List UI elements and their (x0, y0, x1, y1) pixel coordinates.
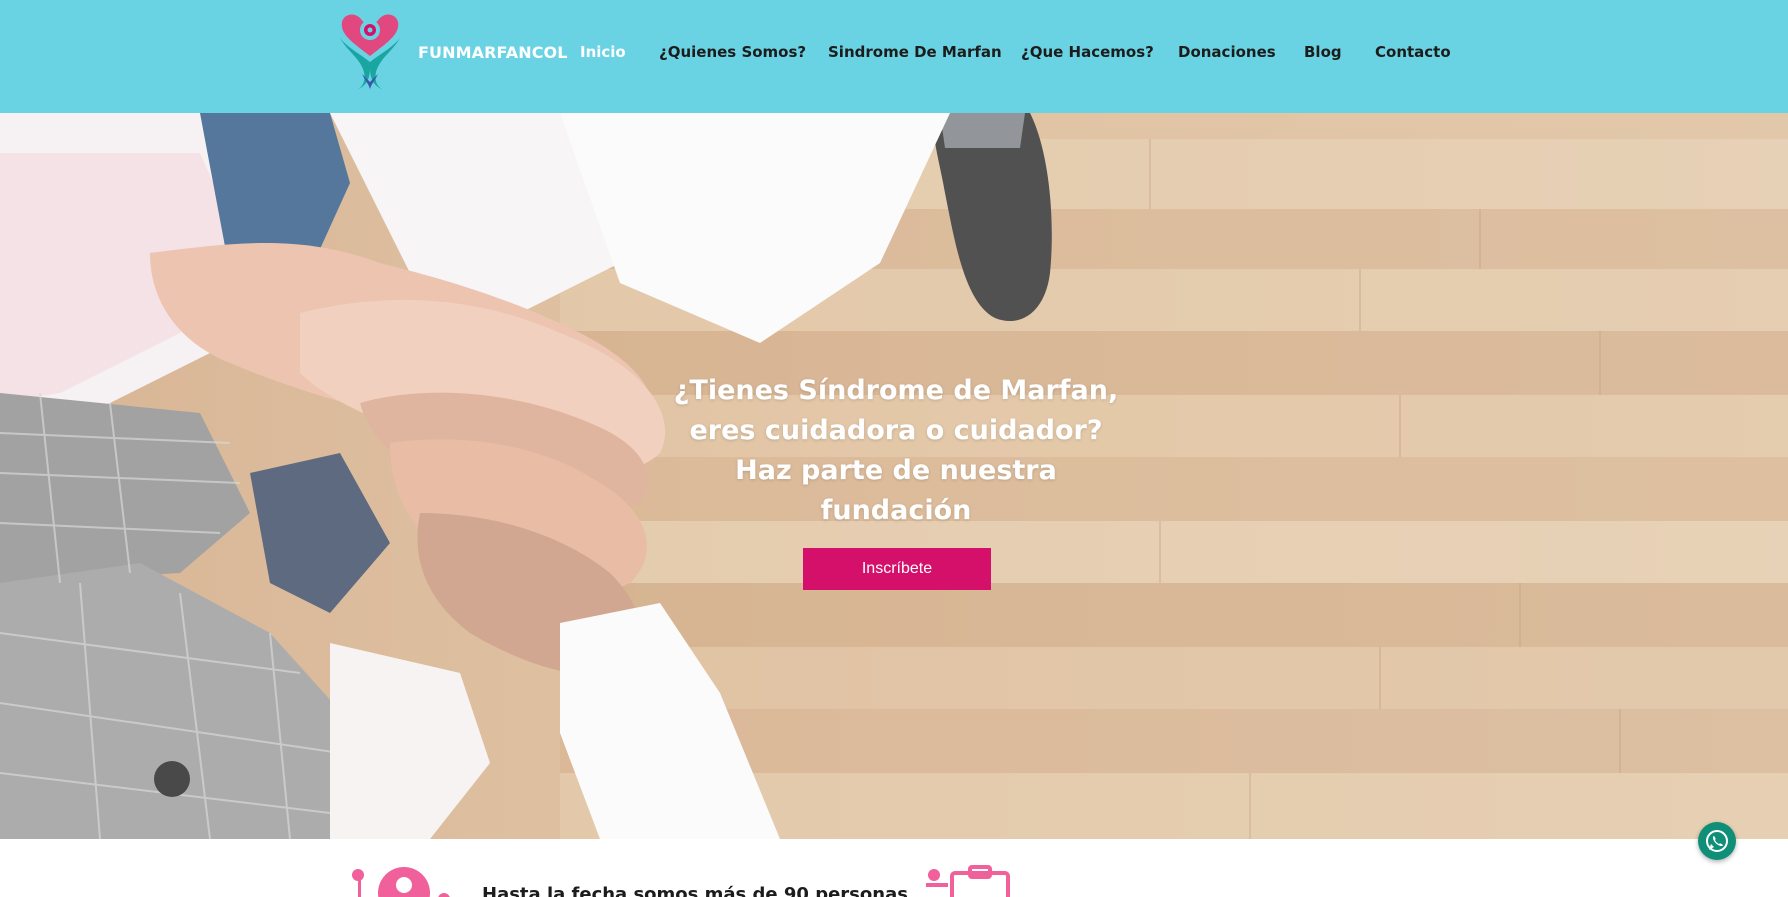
stats-section: Hasta la fecha somos más de 90 personas (0, 839, 1788, 897)
nav-que-hacemos[interactable]: ¿Que Hacemos? (1021, 43, 1154, 61)
nav-quienes-somos[interactable]: ¿Quienes Somos? (659, 43, 806, 61)
nav-contacto[interactable]: Contacto (1375, 43, 1451, 61)
whatsapp-button[interactable] (1698, 822, 1736, 860)
hero-section: ¿Tienes Síndrome de Marfan, eres cuidado… (0, 113, 1788, 839)
nav-sindrome-de-marfan[interactable]: Sindrome De Marfan (828, 43, 1002, 61)
hero-title: ¿Tienes Síndrome de Marfan, eres cuidado… (673, 375, 1119, 526)
network-people-icon (352, 867, 450, 897)
nav-donaciones[interactable]: Donaciones (1178, 43, 1276, 61)
brand-name[interactable]: FUNMARFANCOL (418, 43, 568, 62)
clipboard-icon (926, 865, 1010, 897)
logo-icon[interactable] (334, 12, 406, 92)
nav-blog[interactable]: Blog (1304, 43, 1342, 61)
stats-text: Hasta la fecha somos más de 90 personas (482, 884, 908, 897)
signup-button[interactable]: Inscríbete (803, 548, 991, 590)
nav-inicio[interactable]: Inicio (580, 43, 626, 61)
site-header: FUNMARFANCOL Inicio ¿Quienes Somos? Sind… (0, 0, 1788, 113)
whatsapp-icon (1706, 830, 1728, 852)
